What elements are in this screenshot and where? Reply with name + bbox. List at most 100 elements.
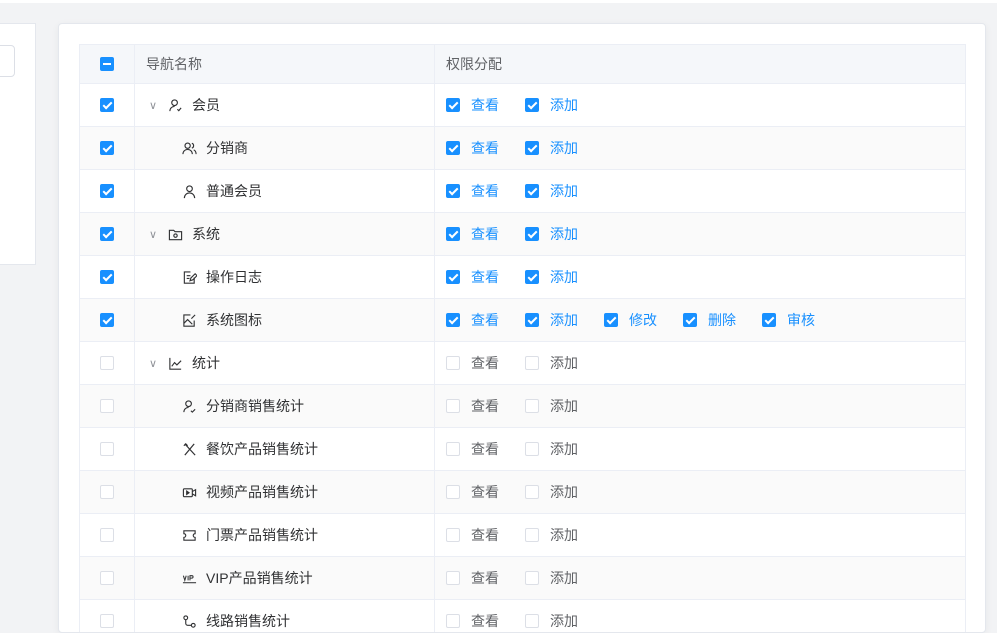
permission-checkbox[interactable] xyxy=(446,571,460,585)
permission-checkbox[interactable] xyxy=(446,270,460,284)
permission-cell: 查看 添加 xyxy=(435,213,965,255)
nav-name-label: 统计 xyxy=(192,355,220,371)
permission-checkbox[interactable] xyxy=(525,356,539,370)
permission-label: 审核 xyxy=(787,312,815,328)
row-select-cell xyxy=(80,256,135,298)
permission-checkbox[interactable] xyxy=(525,98,539,112)
permission-option[interactable]: 查看 xyxy=(446,396,499,416)
table-row[interactable]: 操作日志 查看 添加 xyxy=(80,256,965,299)
permission-option[interactable]: 添加 xyxy=(525,181,578,201)
permission-checkbox[interactable] xyxy=(525,270,539,284)
table-row[interactable]: ∨ 系统 查看 添加 xyxy=(80,213,965,256)
permission-option[interactable]: 添加 xyxy=(525,353,578,373)
permission-option[interactable]: 添加 xyxy=(525,310,578,330)
row-checkbox[interactable] xyxy=(100,571,114,585)
permission-label: 查看 xyxy=(471,140,499,156)
permission-option[interactable]: 添加 xyxy=(525,439,578,459)
permission-option[interactable]: 查看 xyxy=(446,439,499,459)
permission-option[interactable]: 添加 xyxy=(525,611,578,631)
table-row[interactable]: 视频产品销售统计 查看 添加 xyxy=(80,471,965,514)
permission-checkbox[interactable] xyxy=(525,614,539,628)
permission-checkbox[interactable] xyxy=(525,184,539,198)
permission-option[interactable]: 查看 xyxy=(446,611,499,631)
expand-chevron-icon[interactable]: ∨ xyxy=(146,228,160,241)
permission-option[interactable]: 查看 xyxy=(446,568,499,588)
permission-checkbox[interactable] xyxy=(446,98,460,112)
permission-checkbox[interactable] xyxy=(525,141,539,155)
permission-option[interactable]: 添加 xyxy=(525,138,578,158)
route-icon xyxy=(180,612,198,630)
table-row[interactable]: 门票产品销售统计 查看 添加 xyxy=(80,514,965,557)
permission-option[interactable]: 添加 xyxy=(525,267,578,287)
permission-option[interactable]: 修改 xyxy=(604,310,657,330)
permission-checkbox[interactable] xyxy=(525,571,539,585)
permission-checkbox[interactable] xyxy=(446,485,460,499)
nav-name-label: 普通会员 xyxy=(206,183,262,199)
row-checkbox[interactable] xyxy=(100,356,114,370)
table-row[interactable]: VIP产品销售统计 查看 添加 xyxy=(80,557,965,600)
table-row[interactable]: 线路销售统计 查看 添加 xyxy=(80,600,965,632)
permission-label: 添加 xyxy=(550,355,578,371)
permission-option[interactable]: 添加 xyxy=(525,224,578,244)
permission-option[interactable]: 删除 xyxy=(683,310,736,330)
row-checkbox[interactable] xyxy=(100,485,114,499)
expand-chevron-icon[interactable]: ∨ xyxy=(146,357,160,370)
row-checkbox[interactable] xyxy=(100,528,114,542)
permission-checkbox[interactable] xyxy=(446,399,460,413)
permission-option[interactable]: 查看 xyxy=(446,181,499,201)
permission-option[interactable]: 查看 xyxy=(446,138,499,158)
permission-option[interactable]: 查看 xyxy=(446,482,499,502)
table-row[interactable]: ∨ 会员 查看 添加 xyxy=(80,84,965,127)
permission-label: 查看 xyxy=(471,312,499,328)
permission-checkbox[interactable] xyxy=(525,528,539,542)
permission-checkbox[interactable] xyxy=(525,485,539,499)
permission-checkbox[interactable] xyxy=(525,227,539,241)
table-row[interactable]: 餐饮产品销售统计 查看 添加 xyxy=(80,428,965,471)
permission-checkbox[interactable] xyxy=(446,442,460,456)
permission-checkbox[interactable] xyxy=(525,313,539,327)
expand-chevron-icon[interactable]: ∨ xyxy=(146,99,160,112)
permission-checkbox[interactable] xyxy=(446,313,460,327)
permission-checkbox[interactable] xyxy=(446,528,460,542)
permission-option[interactable]: 查看 xyxy=(446,95,499,115)
permission-option[interactable]: 审核 xyxy=(762,310,815,330)
permission-option[interactable]: 查看 xyxy=(446,353,499,373)
nav-name-cell: 线路销售统计 xyxy=(135,600,435,632)
table-row[interactable]: ∨ 统计 查看 添加 xyxy=(80,342,965,385)
row-checkbox[interactable] xyxy=(100,184,114,198)
permission-option[interactable]: 添加 xyxy=(525,525,578,545)
permission-checkbox[interactable] xyxy=(762,313,776,327)
row-checkbox[interactable] xyxy=(100,614,114,628)
row-checkbox[interactable] xyxy=(100,399,114,413)
permission-option[interactable]: 添加 xyxy=(525,482,578,502)
row-checkbox[interactable] xyxy=(100,141,114,155)
select-all-checkbox[interactable] xyxy=(100,57,114,71)
permission-option[interactable]: 查看 xyxy=(446,525,499,545)
permission-checkbox[interactable] xyxy=(446,184,460,198)
row-checkbox[interactable] xyxy=(100,442,114,456)
permission-option[interactable]: 查看 xyxy=(446,310,499,330)
permission-checkbox[interactable] xyxy=(446,614,460,628)
left-panel-input[interactable] xyxy=(0,45,15,77)
permission-option[interactable]: 查看 xyxy=(446,267,499,287)
row-checkbox[interactable] xyxy=(100,98,114,112)
permission-checkbox[interactable] xyxy=(525,442,539,456)
permission-checkbox[interactable] xyxy=(446,141,460,155)
table-row[interactable]: 分销商 查看 添加 xyxy=(80,127,965,170)
permission-checkbox[interactable] xyxy=(604,313,618,327)
permission-option[interactable]: 添加 xyxy=(525,95,578,115)
row-checkbox[interactable] xyxy=(100,270,114,284)
permission-checkbox[interactable] xyxy=(525,399,539,413)
nav-name-cell: 分销商 xyxy=(135,127,435,169)
permission-checkbox[interactable] xyxy=(446,356,460,370)
permission-option[interactable]: 查看 xyxy=(446,224,499,244)
permission-checkbox[interactable] xyxy=(683,313,697,327)
table-row[interactable]: 系统图标 查看 添加 修改 删除 审核 xyxy=(80,299,965,342)
permission-checkbox[interactable] xyxy=(446,227,460,241)
permission-option[interactable]: 添加 xyxy=(525,396,578,416)
table-row[interactable]: 分销商销售统计 查看 添加 xyxy=(80,385,965,428)
permission-option[interactable]: 添加 xyxy=(525,568,578,588)
row-checkbox[interactable] xyxy=(100,313,114,327)
row-checkbox[interactable] xyxy=(100,227,114,241)
table-row[interactable]: 普通会员 查看 添加 xyxy=(80,170,965,213)
